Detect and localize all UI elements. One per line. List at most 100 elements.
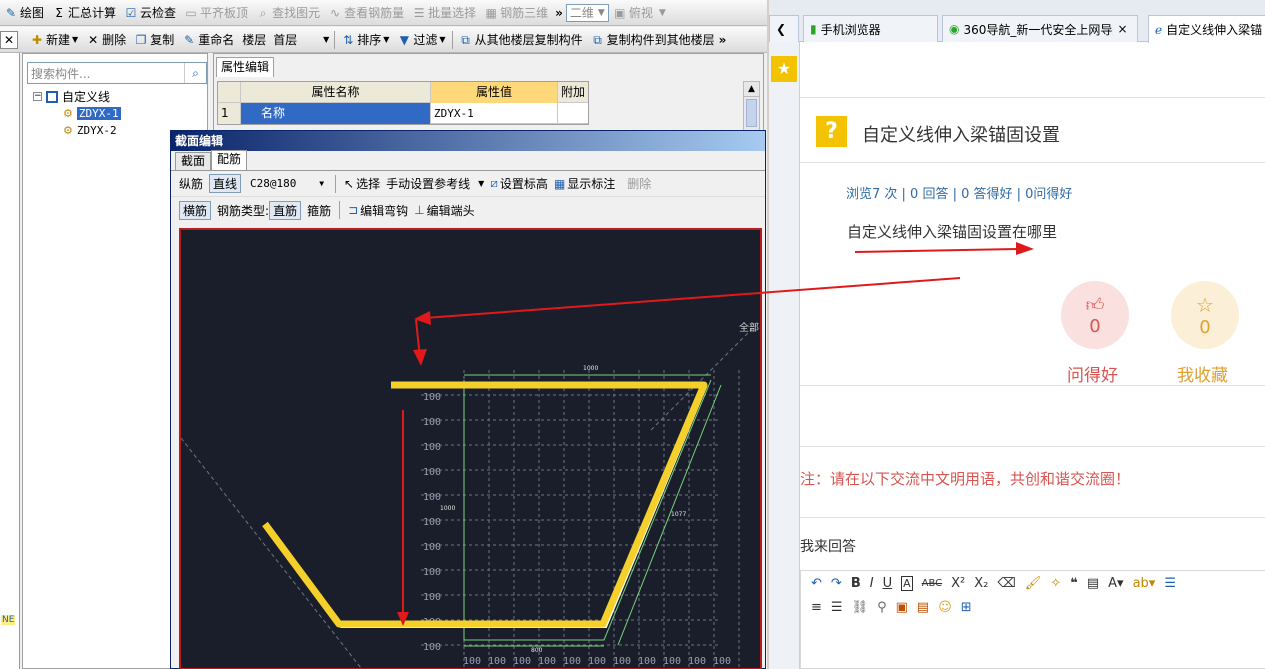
find-element-button[interactable]: ⌕ 查找图元 xyxy=(252,2,324,24)
emoji-icon[interactable]: ☺ xyxy=(938,600,952,615)
section-canvas[interactable]: 100 100 100 100 100 100 100 100 100 100 100 100 100 1… xyxy=(179,228,762,669)
sort-button[interactable]: ⇅ 排序 ▼ xyxy=(337,29,393,51)
grid-label: 100 xyxy=(423,567,441,578)
tree-root-custom-line[interactable]: − 自定义线 xyxy=(33,88,121,105)
italic-icon[interactable]: I xyxy=(870,576,874,591)
scroll-up-icon[interactable]: ▲ xyxy=(744,82,759,97)
scroll-thumb[interactable] xyxy=(746,99,757,127)
format-brush-icon[interactable]: 🖌︎ xyxy=(1025,576,1042,591)
divider xyxy=(800,97,1265,98)
property-grid: 属性名称 属性值 附加 1 名称 ZDYX-1 xyxy=(217,81,589,125)
toolbar-overflow-icon[interactable]: » xyxy=(552,6,566,20)
delete-button[interactable]: ✕ 删除 xyxy=(82,29,130,51)
font-border-icon[interactable]: A xyxy=(901,575,913,591)
separator xyxy=(334,30,336,49)
new-button[interactable]: ✚ 新建 ▼ xyxy=(26,29,82,51)
close-tab-icon[interactable]: × xyxy=(1117,22,1127,36)
favorite-button[interactable]: ☆ 0 xyxy=(1171,281,1239,349)
dialog-tabs: 截面 配筋 xyxy=(171,150,765,171)
draw-button[interactable]: ✎ 绘图 xyxy=(0,2,48,24)
find-icon: ⌕ xyxy=(259,5,267,20)
unlink-icon[interactable]: ⚲ xyxy=(877,600,887,615)
rebar-3d-button[interactable]: ▦ 钢筋三维 xyxy=(480,2,552,24)
list-icon[interactable]: ☰ xyxy=(1164,576,1176,591)
font-color-icon[interactable]: A▾ xyxy=(1108,576,1123,591)
rebar-spec-select[interactable]: C28@180 ▼ xyxy=(247,175,327,193)
view-rebar-qty-button[interactable]: ∿ 查看钢筋量 xyxy=(324,2,408,24)
delete-button[interactable]: 删除 xyxy=(627,175,651,192)
view-angle-icon: ▣ xyxy=(614,5,626,20)
set-elevation-button[interactable]: ⧄ 设置标高 xyxy=(490,173,548,195)
rich-text-editor[interactable]: ↶ ↷ B I U A ABC X² X₂ ⌫ 🖌︎ ✧ ❝ ▤ A▾ ab▾ … xyxy=(800,570,1265,669)
select-button[interactable]: ↖ 选择 xyxy=(344,173,380,195)
straight-rebar-button[interactable]: 直筋 xyxy=(269,200,302,220)
edit-hook-button[interactable]: ⊐ 编辑弯钩 xyxy=(348,199,408,221)
component-search-input[interactable]: 搜索构件... ⌕ xyxy=(27,62,207,84)
subscript-icon[interactable]: X₂ xyxy=(974,576,988,591)
tab-back-icon[interactable]: ❮ xyxy=(769,15,799,42)
collapse-icon[interactable]: − xyxy=(33,92,42,101)
question-stats: 浏览7 次 | 0 回答 | 0 答得好 | 0问得好 xyxy=(846,187,1073,202)
undo-icon[interactable]: ↶ xyxy=(811,576,822,591)
transverse-button[interactable]: 横筋 xyxy=(179,200,212,220)
screenshot-icon[interactable]: ⊞ xyxy=(961,600,972,615)
tab-section[interactable]: 截面 xyxy=(175,152,212,170)
tab-360-nav[interactable]: ◉ 360导航_新一代安全上网导航 × xyxy=(942,15,1138,42)
link-icon[interactable]: ⛓ xyxy=(852,600,869,615)
floor-select[interactable]: 首层 ▼ xyxy=(270,31,332,49)
favorite-star-icon[interactable]: ★ xyxy=(771,56,797,82)
tree-item-zdyx-1[interactable]: ⚙ ZDYX-1 xyxy=(33,105,121,122)
close-panel-icon[interactable]: ✕ xyxy=(0,30,18,49)
summary-calc-button[interactable]: Σ 汇总计算 xyxy=(48,2,120,24)
tab-mobile-browser[interactable]: ▮ 手机浏览器 xyxy=(803,15,938,42)
image-icon[interactable]: ▣ xyxy=(896,600,908,615)
paste-icon[interactable]: ▤ xyxy=(1087,576,1099,591)
longitudinal-label[interactable]: 纵筋 xyxy=(179,175,203,192)
bold-icon[interactable]: B xyxy=(851,576,861,591)
quote-icon[interactable]: ❝ xyxy=(1070,576,1078,591)
copy-button[interactable]: ❐ 复制 xyxy=(130,29,178,51)
tree-item-zdyx-2[interactable]: ⚙ ZDYX-2 xyxy=(33,122,121,139)
show-annotation-button[interactable]: ▦ 显示标注 xyxy=(554,173,615,195)
sort-icon: ⇅ xyxy=(343,32,354,47)
toolbar-overflow-icon[interactable]: » xyxy=(719,33,727,47)
stirrup-button[interactable]: 箍筋 xyxy=(307,202,331,219)
table-row[interactable]: 1 名称 ZDYX-1 xyxy=(218,102,588,124)
like-button[interactable]: 👍︎ 0 xyxy=(1061,281,1129,349)
justify-icon[interactable]: ☰ xyxy=(831,600,843,615)
property-grid-header: 属性名称 属性值 附加 xyxy=(218,81,588,103)
360-logo-icon: ◉ xyxy=(949,22,960,36)
rename-button[interactable]: ✎ 重命名 xyxy=(178,29,238,51)
strikethrough-icon[interactable]: ABC xyxy=(922,578,943,589)
batch-select-button[interactable]: ☰ 批量选择 xyxy=(408,2,480,24)
superscript-icon[interactable]: X² xyxy=(951,576,965,591)
check-icon: ☑ xyxy=(125,5,137,20)
view-angle-select[interactable]: ▣ 俯视 ▼ xyxy=(609,2,670,24)
highlight-icon[interactable]: ab▾ xyxy=(1133,576,1156,591)
align-left-icon[interactable]: ≡ xyxy=(811,600,822,615)
align-slab-top-button[interactable]: ▭ 平齐板顶 xyxy=(180,2,252,24)
property-scrollbar[interactable]: ▲ xyxy=(743,81,760,131)
copy-from-floor-button[interactable]: ⧉ 从其他楼层复制构件 xyxy=(455,29,587,51)
floor-label: 楼层 xyxy=(242,33,267,47)
multi-image-icon[interactable]: ▤ xyxy=(917,600,929,615)
tab-reinforcement[interactable]: 配筋 xyxy=(211,150,248,170)
copy-to-floor-button[interactable]: ⧉ 复制构件到其他楼层 xyxy=(587,29,719,51)
grid-label: 100 xyxy=(663,656,681,667)
filter-button[interactable]: ▼ 过滤 ▼ xyxy=(393,29,449,51)
edit-end-button[interactable]: ⊥ 编辑端头 xyxy=(414,199,474,221)
grid-label: 100 xyxy=(423,467,441,478)
tab-property-edit[interactable]: 属性编辑 xyxy=(216,57,275,77)
auto-format-icon[interactable]: ✧ xyxy=(1050,576,1061,591)
view-mode-select[interactable]: 二维 ▼ xyxy=(565,3,609,22)
new-icon: ✚ xyxy=(31,32,43,47)
rebar-outline xyxy=(265,386,708,628)
eraser-icon[interactable]: ⌫ xyxy=(997,576,1015,591)
search-icon[interactable]: ⌕ xyxy=(184,63,206,83)
tab-current-page[interactable]: ℯ 自定义线伸入梁锚 xyxy=(1148,15,1265,43)
manual-ref-line-select[interactable]: 手动设置参考线 ▼ xyxy=(386,173,484,195)
underline-icon[interactable]: U xyxy=(883,576,893,591)
cloud-check-button[interactable]: ☑ 云检查 xyxy=(120,2,180,24)
redo-icon[interactable]: ↷ xyxy=(831,576,842,591)
line-mode-button[interactable]: 直线 xyxy=(209,174,242,193)
